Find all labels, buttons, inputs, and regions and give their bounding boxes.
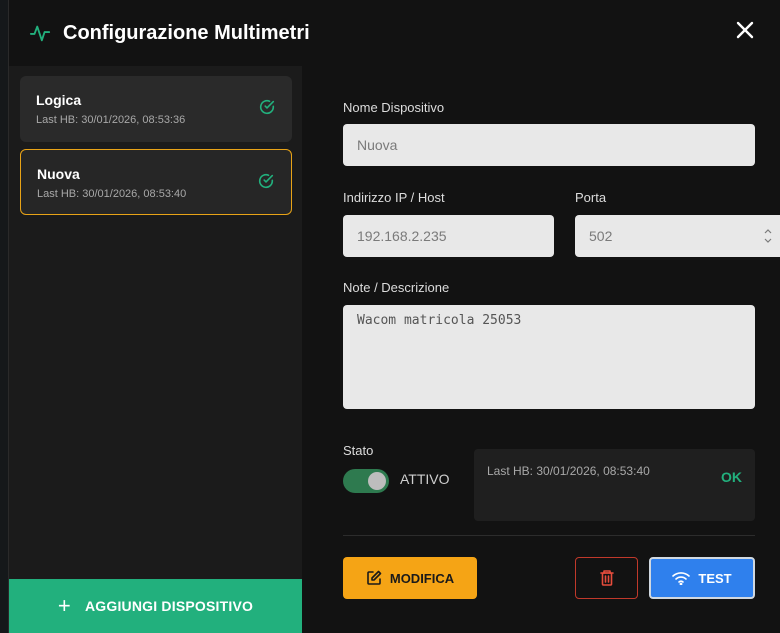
device-item-nuova[interactable]: Nuova Last HB: 30/01/2026, 08:53:40 [20,149,292,215]
port-stepper[interactable]: 502 [575,215,780,257]
activity-pulse-icon [29,25,51,42]
add-device-button[interactable]: + AGGIUNGI DISPOSITIVO [9,579,302,633]
toggle-knob [368,472,386,490]
toggle-label: ATTIVO [400,471,450,487]
edit-label: MODIFICA [389,570,455,586]
port-label: Porta [575,190,607,205]
divider [343,535,755,536]
port-value: 502 [589,228,613,244]
wifi-icon [672,572,691,585]
check-circle-icon [259,99,275,115]
device-name: Logica [36,92,82,108]
device-sidebar: Logica Last HB: 30/01/2026, 08:53:36 Nuo… [9,66,302,633]
device-name-field[interactable]: Nuova [343,124,755,166]
test-button[interactable]: TEST [649,557,755,599]
notes-label: Note / Descrizione [343,280,450,295]
status-ok-badge: OK [721,469,742,485]
device-name-label: Nome Dispositivo [343,100,445,115]
device-name: Nuova [37,166,80,182]
multimeter-config-dialog: Configurazione Multimetri Logica Last HB… [8,0,780,633]
ip-label: Indirizzo IP / Host [343,190,445,205]
add-device-label: AGGIUNGI DISPOSITIVO [84,598,254,614]
ip-field[interactable]: 192.168.2.235 [343,215,554,257]
device-last-hb: Last HB: 30/01/2026, 08:53:40 [37,188,187,200]
dialog-title: Configurazione Multimetri [63,21,310,44]
delete-button[interactable] [575,557,638,599]
device-form: Nome Dispositivo Nuova Indirizzo IP / Ho… [302,66,780,633]
close-icon[interactable] [735,20,755,40]
device-item-logica[interactable]: Logica Last HB: 30/01/2026, 08:53:36 [20,76,292,142]
dialog-header: Configurazione Multimetri [9,0,780,66]
plus-icon: + [57,593,71,618]
edit-button[interactable]: MODIFICA [343,557,477,599]
check-circle-icon [258,173,274,189]
status-panel: Last HB: 30/01/2026, 08:53:40 OK [474,449,755,521]
trash-icon [599,570,614,586]
spinner-arrows-icon[interactable] [764,226,772,246]
status-last-hb: Last HB: 30/01/2026, 08:53:40 [487,464,650,478]
test-label: TEST [698,570,732,586]
status-label: Stato [343,443,374,458]
notes-textarea[interactable]: Wacom matricola 25053 [343,305,755,409]
active-toggle[interactable] [343,469,389,493]
edit-icon [367,570,382,585]
device-last-hb: Last HB: 30/01/2026, 08:53:36 [36,114,186,126]
